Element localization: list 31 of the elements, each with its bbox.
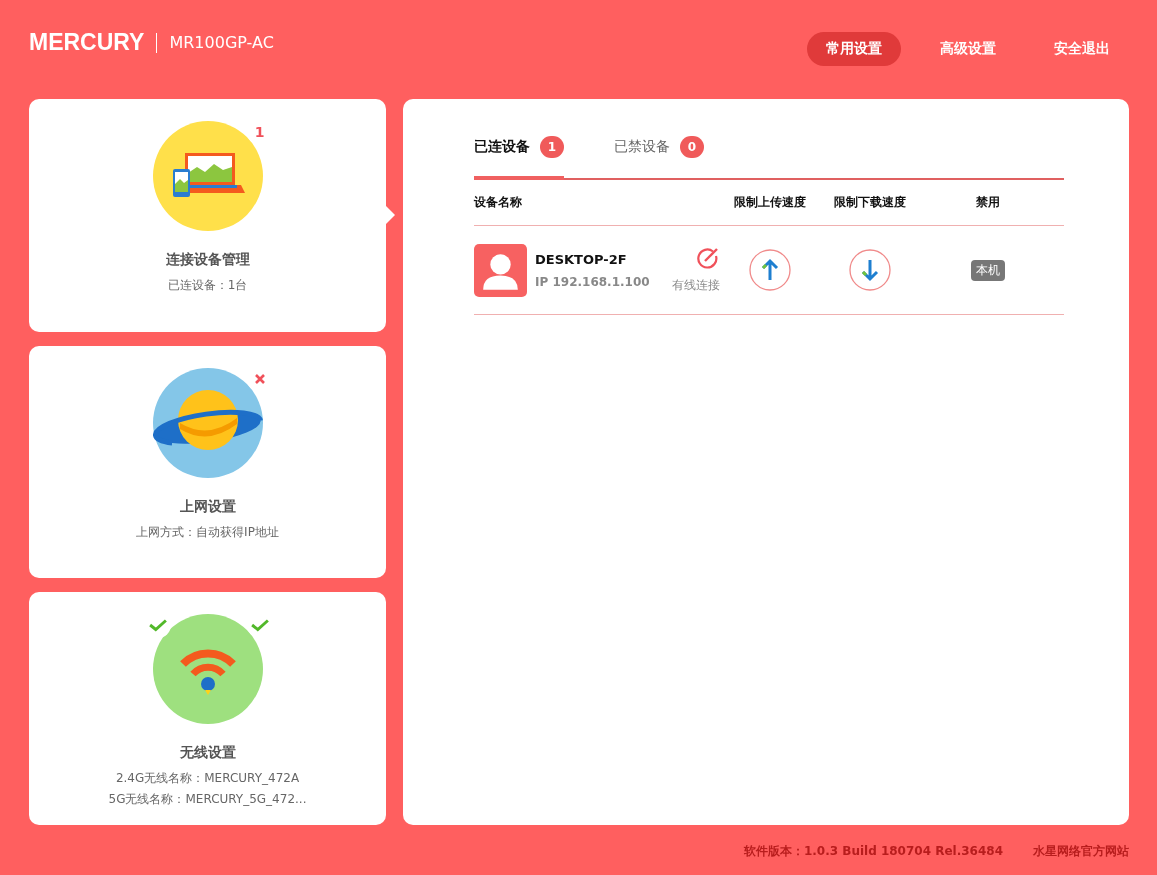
column-header: 限制上传速度 bbox=[733, 194, 807, 211]
column-header: 禁用 bbox=[975, 194, 1001, 211]
card-title: 上网设置 bbox=[179, 497, 236, 516]
menu-card[interactable]: 1 连接设备管理 已连设备：1台 bbox=[29, 99, 386, 332]
download-limit-icon[interactable] bbox=[849, 249, 891, 291]
wifi-icon bbox=[152, 614, 263, 725]
nav-link[interactable]: 常用设置 bbox=[807, 31, 901, 66]
devices-icon bbox=[152, 121, 263, 231]
device-tab[interactable]: 已禁设备 0 bbox=[614, 136, 704, 180]
card-info: 5G无线名称：MERCURY_5G_472... bbox=[108, 791, 307, 809]
version-text: 软件版本：1.0.3 Build 180704 Rel.36484 bbox=[743, 843, 1003, 860]
card-info: 2.4G无线名称：MERCURY_472A bbox=[115, 770, 300, 788]
brand-logo: MERCURY bbox=[29, 29, 145, 56]
local-device-tag: 本机 bbox=[971, 259, 1005, 281]
upload-limit-icon[interactable] bbox=[749, 249, 791, 291]
card-info: 已连设备：1台 bbox=[167, 277, 248, 294]
edit-icon[interactable] bbox=[696, 246, 720, 271]
device-ip: IP 192.168.1.100 bbox=[535, 274, 651, 289]
device-name: DESKTOP-2F bbox=[535, 251, 628, 267]
connection-type: 有线连接 bbox=[672, 276, 720, 294]
model-name: MR100GP-AC bbox=[169, 33, 274, 52]
planet-icon bbox=[152, 367, 263, 478]
card-title: 无线设置 bbox=[179, 744, 236, 763]
column-header: 限制下载速度 bbox=[833, 194, 907, 211]
menu-card[interactable]: 无线设置 2.4G无线名称：MERCURY_472A 5G无线名称：MERCURY_5G_472... bbox=[29, 592, 386, 825]
device-tab[interactable]: 已连设备 1 bbox=[474, 136, 564, 180]
column-header: 设备名称 bbox=[474, 194, 523, 211]
avatar-icon bbox=[474, 243, 527, 297]
card-info: 上网方式：自动获得IP地址 bbox=[136, 523, 279, 541]
card-title: 连接设备管理 bbox=[165, 251, 250, 269]
menu-card[interactable]: 上网设置 上网方式：自动获得IP地址 bbox=[29, 345, 386, 579]
